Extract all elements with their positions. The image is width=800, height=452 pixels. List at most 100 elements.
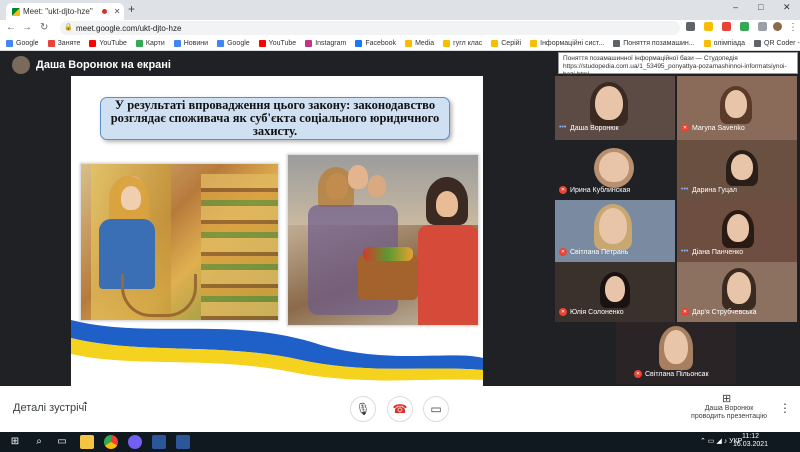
windows-taskbar: [0, 432, 800, 452]
present-screen-icon[interactable]: ⊞: [722, 392, 731, 405]
viber-icon[interactable]: [128, 435, 142, 449]
participant-tile[interactable]: ✕ Магупа Savenko: [677, 76, 797, 140]
bookmark-item[interactable]: Media: [405, 40, 434, 47]
bookmark-item[interactable]: Facebook: [355, 40, 396, 47]
microphone-button[interactable]: 🎙: [350, 396, 376, 422]
bookmark-favicon-icon: [443, 40, 451, 47]
hang-up-button[interactable]: ☎: [387, 396, 413, 422]
participant-face: [727, 272, 751, 304]
bookmark-favicon-icon: [217, 40, 225, 47]
link-tooltip: Поняття позамашинної інформаційної бази …: [558, 52, 798, 78]
bookmark-label: Google: [16, 40, 39, 47]
mic-muted-icon: ✕: [681, 308, 689, 316]
participant-face: [727, 214, 749, 242]
lock-icon[interactable]: 🔒: [64, 23, 73, 31]
search-icon[interactable]: ⌕: [32, 435, 46, 449]
word-icon-2[interactable]: [176, 435, 190, 449]
file-explorer-icon[interactable]: [80, 435, 94, 449]
back-icon[interactable]: ←: [6, 22, 16, 33]
bookmark-label: Поняття позамашин...: [623, 40, 695, 47]
close-tab-icon[interactable]: ✕: [114, 7, 121, 16]
bookmark-item[interactable]: Google: [6, 40, 39, 47]
participant-name: Світлана Пільонсак: [645, 370, 709, 378]
mic-muted-icon: ✕: [634, 370, 642, 378]
participant-name-row: ✕ Магупа Savenko: [681, 124, 745, 132]
bookmark-favicon-icon: [173, 40, 181, 47]
participant-name: Діана Панченко: [692, 248, 744, 256]
bookmark-item[interactable]: Новини: [173, 40, 208, 47]
bookmark-item[interactable]: гугл клас: [443, 40, 482, 47]
close-window-button[interactable]: ✕: [783, 2, 791, 13]
maximize-button[interactable]: □: [758, 2, 763, 12]
participant-tile[interactable]: ✕ Світлана Петрань: [555, 200, 675, 262]
chevron-up-icon[interactable]: ⌃: [81, 401, 89, 412]
participant-name-row: ✕ Світлана Пільонсак: [634, 370, 709, 378]
bookmark-item[interactable]: Instagram: [305, 40, 346, 47]
bookmark-favicon-icon: [6, 40, 13, 47]
participant-tile[interactable]: ••• Дарина Гуцал: [677, 140, 797, 200]
camera-icon: ▭: [430, 402, 442, 416]
bookmark-item[interactable]: QR Coder - Генера...: [754, 40, 800, 47]
participant-face: [599, 208, 627, 244]
extension-adblock-icon[interactable]: [722, 22, 731, 31]
bookmark-favicon-icon: [135, 40, 143, 47]
bookmark-item[interactable]: Заняте: [47, 40, 81, 47]
participant-name: Магупа Savenko: [692, 124, 745, 132]
chrome-icon[interactable]: [104, 435, 118, 449]
bookmark-item[interactable]: YouTube: [258, 40, 297, 47]
bookmark-item[interactable]: Серійі: [491, 40, 521, 47]
camera-indicator-icon[interactable]: [686, 22, 695, 31]
speaking-indicator-icon: •••: [559, 124, 567, 131]
bookmark-label: Google: [227, 40, 250, 47]
bookmark-label: Заняте: [57, 40, 81, 47]
taskbar-clock[interactable]: 11:12 16.03.2021: [733, 433, 768, 449]
reload-icon[interactable]: ↻: [40, 22, 48, 33]
bookmark-label: олімпіада: [713, 40, 745, 47]
address-bar[interactable]: meet.google.com/ukt-djto-hze: [60, 21, 680, 35]
bookmark-favicon-icon: [613, 40, 621, 47]
participant-tile[interactable]: ✕ Юлія Солоненко: [555, 262, 675, 322]
browser-menu-icon[interactable]: ⋮: [788, 22, 798, 33]
profile-avatar[interactable]: [773, 22, 782, 31]
bookmark-item[interactable]: Карти: [135, 40, 165, 47]
bookmark-item[interactable]: олімпіада: [703, 40, 745, 47]
bookmark-label: QR Coder - Генера...: [764, 40, 800, 47]
clock-time: 11:12: [742, 433, 760, 440]
participant-tile[interactable]: ••• Даша Воронюк: [555, 76, 675, 140]
participant-tile[interactable]: ✕ Світлана Пільонсак: [616, 322, 736, 384]
participant-face: [731, 154, 753, 180]
minimize-button[interactable]: –: [733, 2, 738, 12]
mic-muted-icon: ✕: [559, 248, 567, 256]
more-options-icon[interactable]: ⋮: [779, 401, 791, 415]
extension-icon[interactable]: [740, 22, 749, 31]
meeting-details-button[interactable]: Деталі зустрічі: [13, 402, 87, 414]
bookmark-item[interactable]: Google: [217, 40, 250, 47]
windows-start-icon[interactable]: ⊞: [8, 435, 22, 449]
camera-button[interactable]: ▭: [423, 396, 449, 422]
participant-tile[interactable]: ✕ Ирина Кублинская: [555, 140, 675, 200]
extensions-puzzle-icon[interactable]: [758, 22, 767, 31]
slide-photo-family-shopping: [287, 154, 479, 326]
browser-tab-meet[interactable]: Meet: "ukt-djto-hze" ✕: [6, 3, 124, 20]
speaking-indicator-icon: •••: [681, 186, 689, 193]
bookmark-star-icon[interactable]: [704, 22, 713, 31]
bookmark-item[interactable]: Поняття позамашин...: [613, 40, 695, 47]
participant-face: [595, 86, 623, 120]
forward-icon[interactable]: →: [22, 22, 32, 33]
mic-muted-icon: ✕: [681, 124, 689, 132]
bookmark-label: Інформаційні сист...: [540, 40, 605, 47]
bookmark-label: YouTube: [268, 40, 297, 47]
presenting-status[interactable]: Даша Воронюк проводить презентацію: [690, 405, 768, 421]
participant-name: Даша Воронюк: [570, 124, 619, 132]
participant-tile[interactable]: ••• Діана Панченко: [677, 200, 797, 262]
bookmark-label: Media: [415, 40, 435, 47]
bookmark-item[interactable]: YouTube: [89, 40, 127, 47]
bookmark-item[interactable]: Інформаційні сист...: [530, 40, 604, 47]
participant-tile[interactable]: ✕ Дар'я Струбчевська: [677, 262, 797, 322]
task-view-icon[interactable]: ▭: [55, 435, 69, 449]
tooltip-title: Поняття позамашинної інформаційної бази …: [563, 55, 738, 62]
new-tab-button[interactable]: +: [128, 2, 135, 16]
word-icon[interactable]: [152, 435, 166, 449]
tab-title: Meet: "ukt-djto-hze": [23, 7, 93, 16]
participant-name-row: ••• Даша Воронюк: [559, 124, 619, 132]
